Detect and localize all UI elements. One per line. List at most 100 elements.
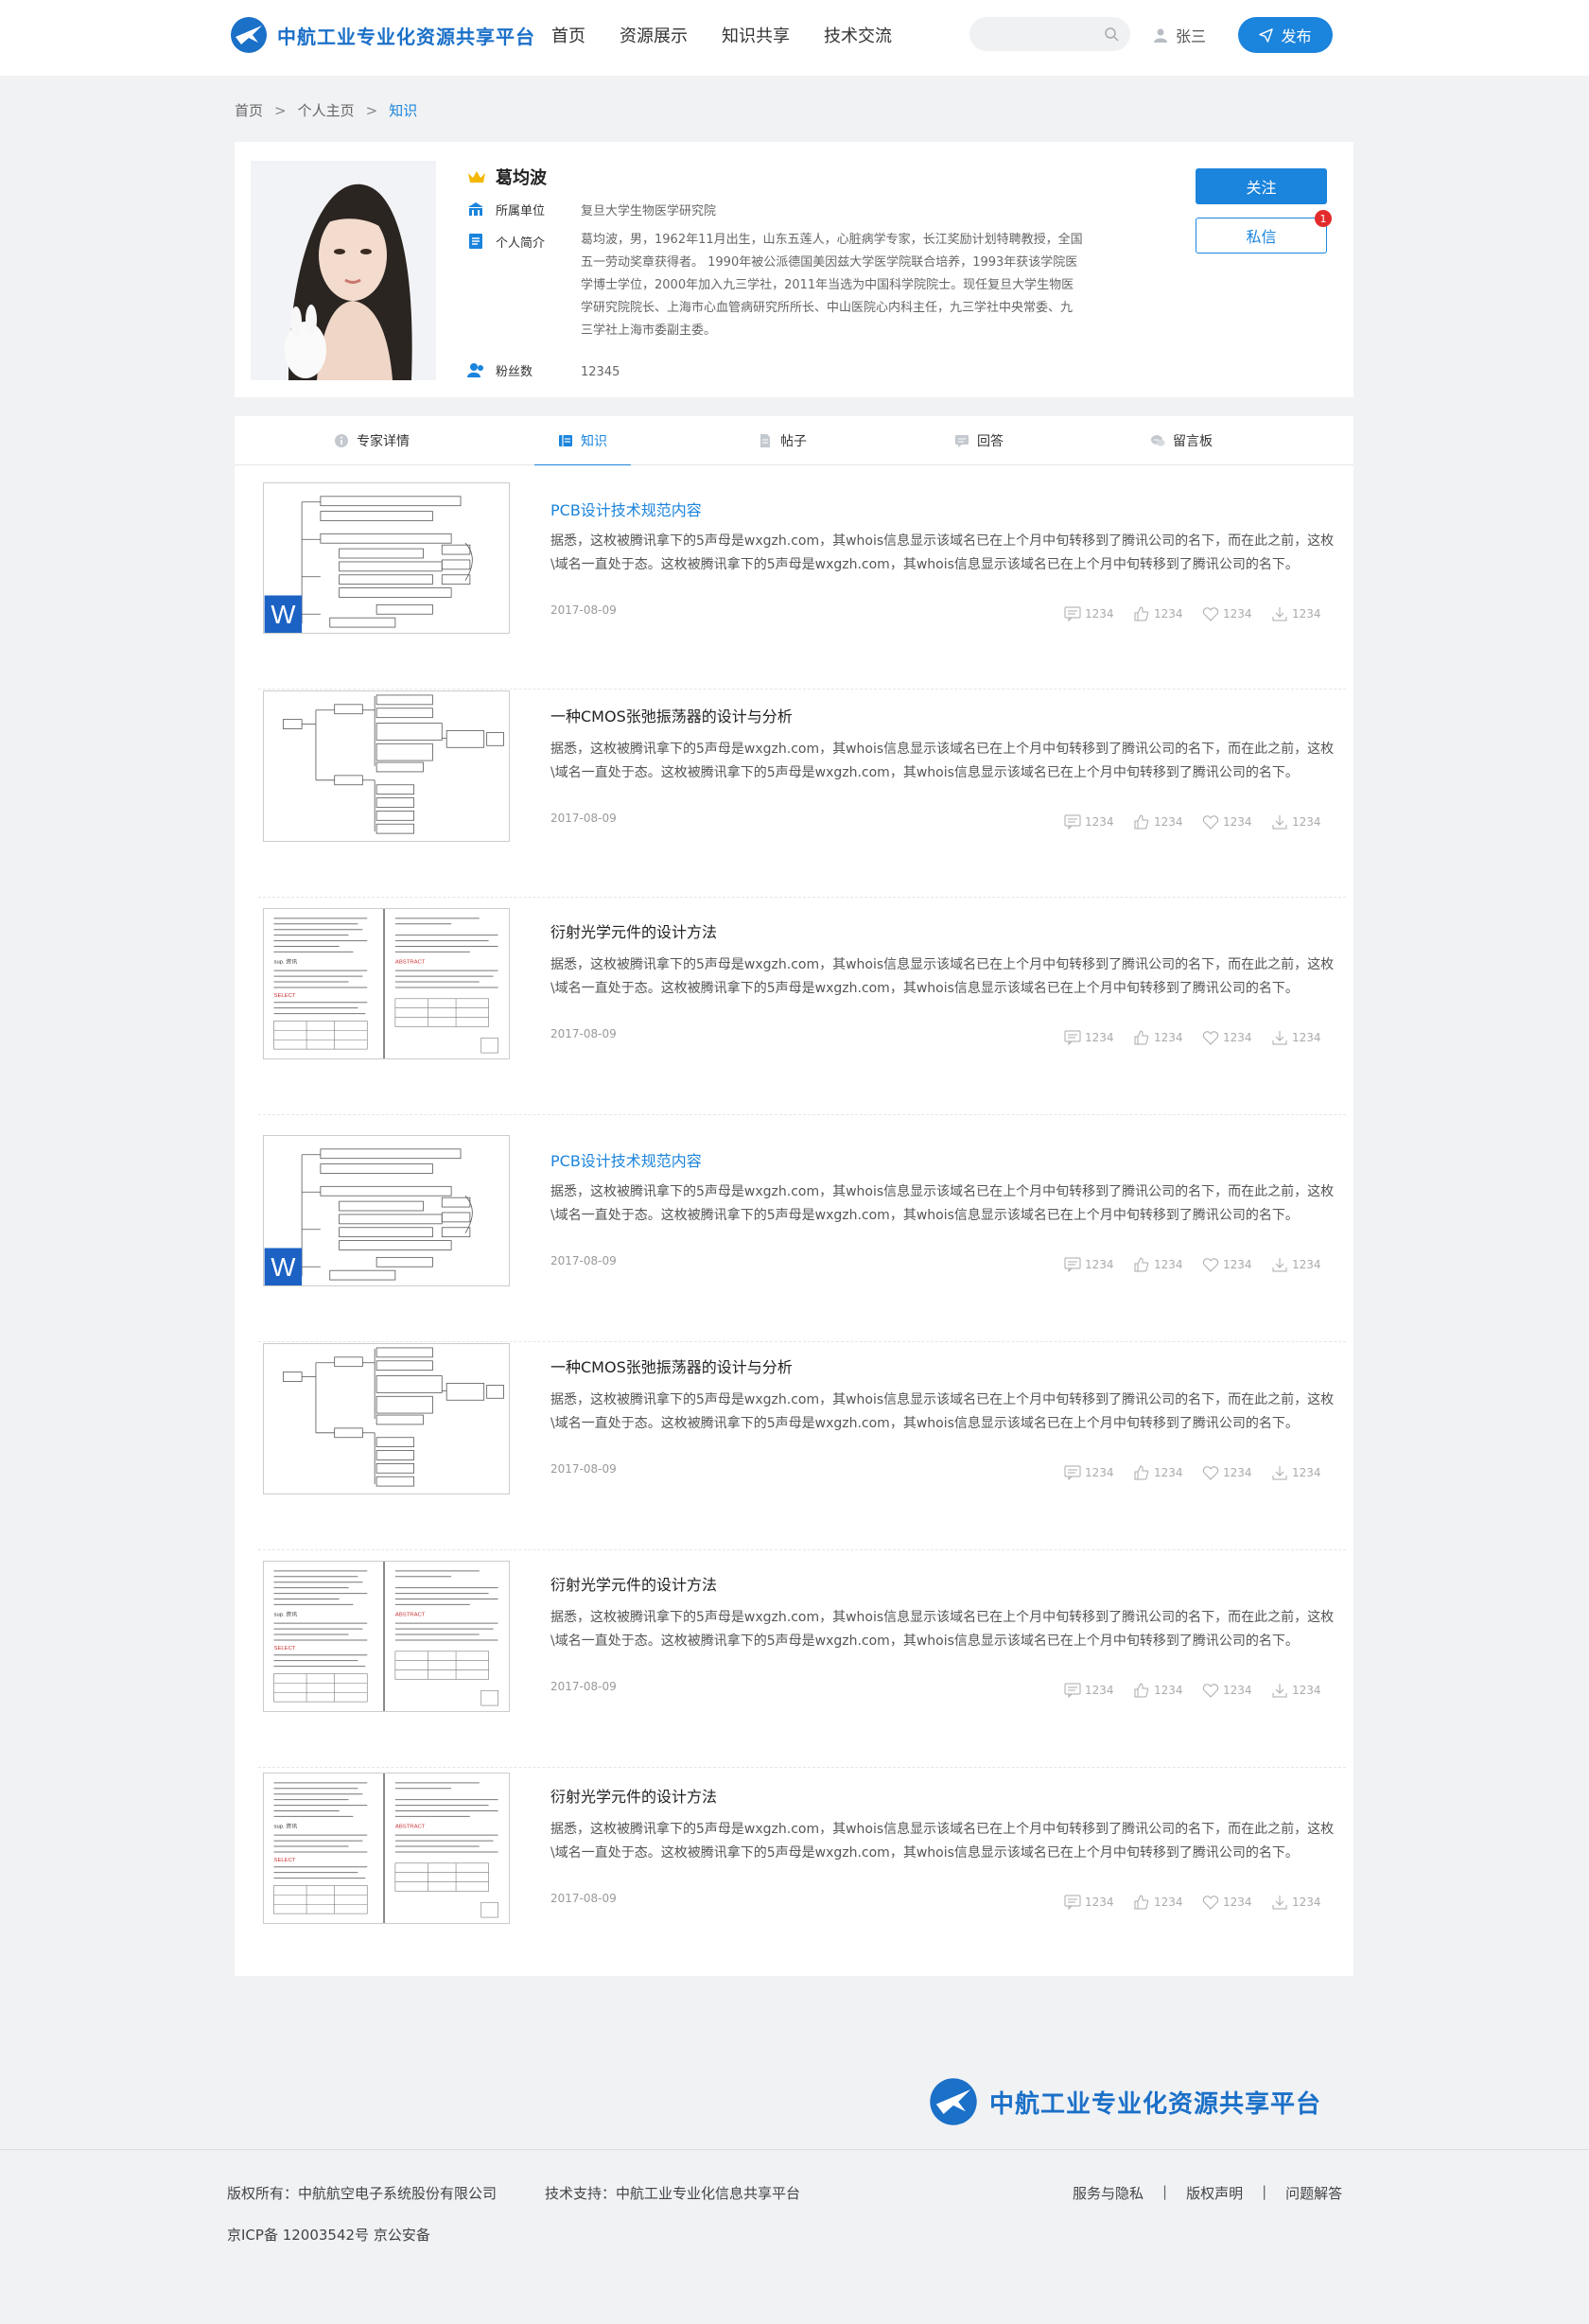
svg-text:sup. 资讯: sup. 资讯 [274, 957, 298, 965]
footer-link-privacy[interactable]: 服务与隐私 [1073, 2183, 1144, 2203]
favorite-count[interactable]: 1234 [1202, 1256, 1271, 1273]
download-count[interactable]: 1234 [1271, 605, 1340, 622]
item-stats: 1234 1234 1234 1234 [1064, 1029, 1340, 1046]
download-count[interactable]: 1234 [1271, 813, 1340, 830]
download-count[interactable]: 1234 [1271, 1464, 1340, 1481]
comment-count[interactable]: 1234 [1064, 1464, 1133, 1481]
comment-icon [1064, 1257, 1081, 1273]
search-box[interactable] [969, 17, 1130, 51]
like-count[interactable]: 1234 [1133, 813, 1202, 830]
comment-icon [1064, 1683, 1081, 1699]
breadcrumb-profile[interactable]: 个人主页 [298, 102, 355, 119]
bio-icon [469, 234, 482, 249]
document-thumbnail[interactable] [263, 690, 510, 842]
favorite-count[interactable]: 1234 [1202, 813, 1271, 830]
like-count[interactable]: 1234 [1133, 1029, 1202, 1046]
nav-knowledge[interactable]: 知识共享 [722, 23, 790, 47]
favorite-count[interactable]: 1234 [1202, 1029, 1271, 1046]
item-description: 据悉，这枚被腾讯拿下的5声母是wxgzh.com，其whois信息显示该域名已在… [550, 742, 1335, 780]
document-thumbnail[interactable]: sup. 资讯 SELECT ABSTRACT [263, 1773, 510, 1924]
item-description: 据悉，这枚被腾讯拿下的5声母是wxgzh.com，其whois信息显示该域名已在… [550, 533, 1335, 572]
item-date: 2017-08-09 [550, 1680, 617, 1693]
publish-label: 发布 [1281, 29, 1312, 45]
item-date: 2017-08-09 [550, 1254, 617, 1267]
item-title[interactable]: PCB设计技术规范内容 [550, 1148, 702, 1171]
list-item[interactable]: W PCB设计技术规范内容 据悉，这枚被腾讯拿下的5声母是wxgzh.com，其… [258, 482, 1355, 690]
footer-logo[interactable]: 中航工业专业化资源共享平台 [929, 2077, 1321, 2126]
thumbs-up-icon [1134, 606, 1149, 621]
like-count[interactable]: 1234 [1133, 1464, 1202, 1481]
comment-count[interactable]: 1234 [1064, 1682, 1133, 1699]
item-title[interactable]: 一种CMOS张弛振荡器的设计与分析 [550, 704, 793, 726]
bio-row: 个人简介 葛均波，男，1962年11月出生，山东五莲人，心脏病学专家，长江奖励计… [467, 233, 1084, 342]
like-count[interactable]: 1234 [1133, 1894, 1202, 1911]
download-count[interactable]: 1234 [1271, 1029, 1340, 1046]
comment-count[interactable]: 1234 [1064, 1894, 1133, 1911]
thumbs-up-icon [1134, 1257, 1149, 1272]
download-count[interactable]: 1234 [1271, 1894, 1340, 1911]
site-logo[interactable]: 中航工业专业化资源共享平台 [230, 16, 535, 54]
heart-icon [1202, 607, 1219, 621]
user-menu[interactable]: 张三 [1153, 24, 1206, 46]
tab-expert-details[interactable]: 专家详情 [334, 416, 410, 465]
footer-links: 服务与隐私 | 版权声明 | 问题解答 [1073, 2183, 1342, 2203]
item-divider [258, 689, 1346, 690]
favorite-count[interactable]: 1234 [1202, 1894, 1271, 1911]
fans-label: 粉丝数 [496, 365, 533, 379]
item-divider [258, 1114, 1346, 1115]
search-icon[interactable] [1104, 26, 1119, 42]
svg-text:ABSTRACT: ABSTRACT [395, 1824, 426, 1829]
list-item[interactable]: sup. 资讯 SELECT ABSTRACT 衍射光学元件的设计方法 据悉，这… [258, 908, 1355, 1116]
follow-button[interactable]: 关注 [1196, 168, 1327, 204]
download-icon [1272, 1684, 1287, 1698]
list-item[interactable]: 一种CMOS张弛振荡器的设计与分析 据悉，这枚被腾讯拿下的5声母是wxgzh.c… [258, 690, 1355, 899]
send-icon [1259, 27, 1274, 43]
list-item[interactable]: 一种CMOS张弛振荡器的设计与分析 据悉，这枚被腾讯拿下的5声母是wxgzh.c… [258, 1343, 1355, 1551]
tab-message-board[interactable]: 留言板 [1150, 416, 1213, 465]
favorite-count[interactable]: 1234 [1202, 605, 1271, 622]
footer-link-copyright[interactable]: 版权声明 [1186, 2183, 1243, 2203]
document-icon [760, 434, 770, 447]
favorite-count[interactable]: 1234 [1202, 1464, 1271, 1481]
breadcrumb-home[interactable]: 首页 [235, 102, 263, 119]
list-item[interactable]: sup. 资讯 SELECT ABSTRACT 衍射光学元件的设计方法 据悉，这… [258, 1773, 1355, 1981]
comment-count[interactable]: 1234 [1064, 1029, 1133, 1046]
item-title[interactable]: 衍射光学元件的设计方法 [550, 1572, 717, 1595]
tab-label: 帖子 [780, 434, 807, 449]
item-title[interactable]: 衍射光学元件的设计方法 [550, 1784, 717, 1807]
favorite-count[interactable]: 1234 [1202, 1682, 1271, 1699]
document-thumbnail[interactable]: W [263, 482, 510, 634]
footer-link-separator: | [1262, 2183, 1267, 2200]
document-thumbnail[interactable]: W [263, 1135, 510, 1286]
nav-home[interactable]: 首页 [551, 23, 585, 47]
item-stats: 1234 1234 1234 1234 [1064, 1682, 1340, 1699]
comment-count[interactable]: 1234 [1064, 1256, 1133, 1273]
like-count[interactable]: 1234 [1133, 1256, 1202, 1273]
like-count[interactable]: 1234 [1133, 605, 1202, 622]
like-count[interactable]: 1234 [1133, 1682, 1202, 1699]
tab-answers[interactable]: 回答 [954, 416, 1004, 465]
comment-icon [1064, 606, 1081, 622]
item-title[interactable]: 衍射光学元件的设计方法 [550, 919, 717, 942]
document-thumbnail[interactable] [263, 1343, 510, 1494]
item-title[interactable]: 一种CMOS张弛振荡器的设计与分析 [550, 1354, 793, 1377]
item-title[interactable]: PCB设计技术规范内容 [550, 498, 702, 520]
tab-posts[interactable]: 帖子 [758, 416, 807, 465]
list-item[interactable]: sup. 资讯 SELECT ABSTRACT 衍射光学元件的设计方法 据悉，这… [258, 1561, 1355, 1769]
message-button[interactable]: 私信 [1196, 218, 1327, 253]
item-description: 据悉，这枚被腾讯拿下的5声母是wxgzh.com，其whois信息显示该域名已在… [550, 957, 1335, 996]
publish-button[interactable]: 发布 [1238, 17, 1333, 53]
document-thumbnail[interactable]: sup. 资讯 SELECT ABSTRACT [263, 1561, 510, 1712]
tab-knowledge[interactable]: 知识 [534, 416, 631, 466]
breadcrumb: 首页 > 个人主页 > 知识 [235, 100, 417, 120]
nav-resources[interactable]: 资源展示 [620, 23, 688, 47]
document-thumbnail[interactable]: sup. 资讯 SELECT ABSTRACT [263, 908, 510, 1059]
footer-link-faq[interactable]: 问题解答 [1285, 2183, 1342, 2203]
nav-tech-exchange[interactable]: 技术交流 [824, 23, 892, 47]
comment-count[interactable]: 1234 [1064, 605, 1133, 622]
list-item[interactable]: W PCB设计技术规范内容 据悉，这枚被腾讯拿下的5声母是wxgzh.com，其… [258, 1135, 1355, 1343]
download-count[interactable]: 1234 [1271, 1682, 1340, 1699]
download-count[interactable]: 1234 [1271, 1256, 1340, 1273]
avatar [251, 161, 436, 380]
comment-count[interactable]: 1234 [1064, 813, 1133, 830]
